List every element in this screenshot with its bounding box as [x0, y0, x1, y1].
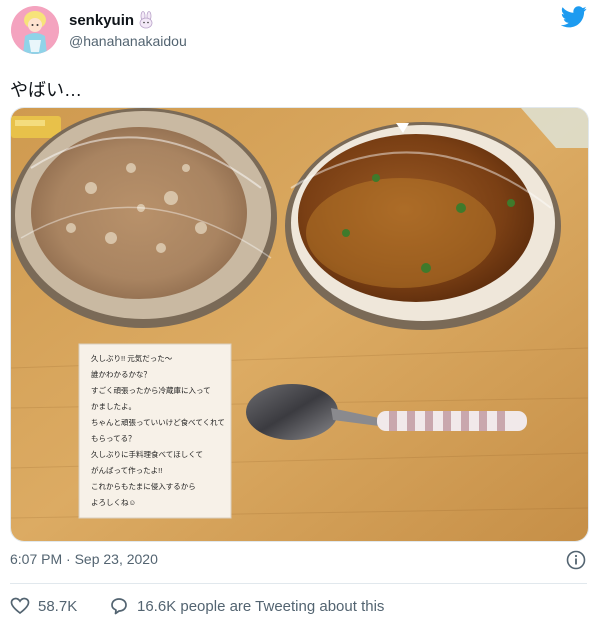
avatar-illustration	[11, 6, 59, 54]
like-count: 58.7K	[38, 597, 78, 615]
note-line: がんばって作ったよ!!	[91, 465, 162, 475]
note-line: 久しぶりに手料理食べてほしくて	[91, 449, 203, 459]
note-line: もらってる？	[91, 434, 136, 443]
divider	[10, 583, 587, 584]
info-icon[interactable]	[566, 550, 586, 570]
avatar[interactable]	[11, 6, 59, 54]
food-table-photo: 久しぶり!! 元気だった〜 誰かわかるかな？ すごく頑張ったから冷蔵庫に入って …	[11, 108, 588, 541]
display-name-text: senkyuin	[69, 11, 135, 29]
tweet-text: やばい…	[10, 80, 82, 100]
note-line: 久しぶり!! 元気だった〜	[91, 353, 173, 363]
user-handle[interactable]: @hanahanakaidou	[69, 33, 187, 49]
note-line: すごく頑張ったから冷蔵庫に入って	[91, 385, 211, 395]
speech-bubble-icon	[111, 598, 127, 615]
note-line: ちゃんと頑張っていいけど食べてくれて	[91, 417, 225, 427]
tweeting-about-label: 16.6K people are Tweeting about this	[137, 597, 385, 615]
tweet-card: senkyuin @hanahanakaidou やばい… 久しぶり!! 元気だ…	[0, 0, 600, 619]
rabbit-emoji-icon	[139, 11, 153, 29]
note-line: 誰かわかるかな？	[91, 369, 151, 379]
tweet-photo[interactable]: 久しぶり!! 元気だった〜 誰かわかるかな？ すごく頑張ったから冷蔵庫に入って …	[10, 107, 589, 542]
tweeting-about-link[interactable]: 16.6K people are Tweeting about this	[109, 596, 384, 616]
note-line: よろしくね☺	[91, 498, 136, 507]
note-line: かましたよ。	[91, 402, 136, 411]
tweet-timestamp[interactable]: 6:07 PM · Sep 23, 2020	[10, 551, 158, 567]
like-button[interactable]: 58.7K	[10, 596, 77, 616]
display-name[interactable]: senkyuin	[69, 11, 155, 29]
twitter-bird-icon[interactable]	[561, 6, 587, 28]
note-line: これからもたまに侵入するから	[91, 481, 196, 491]
heart-icon	[10, 597, 30, 615]
